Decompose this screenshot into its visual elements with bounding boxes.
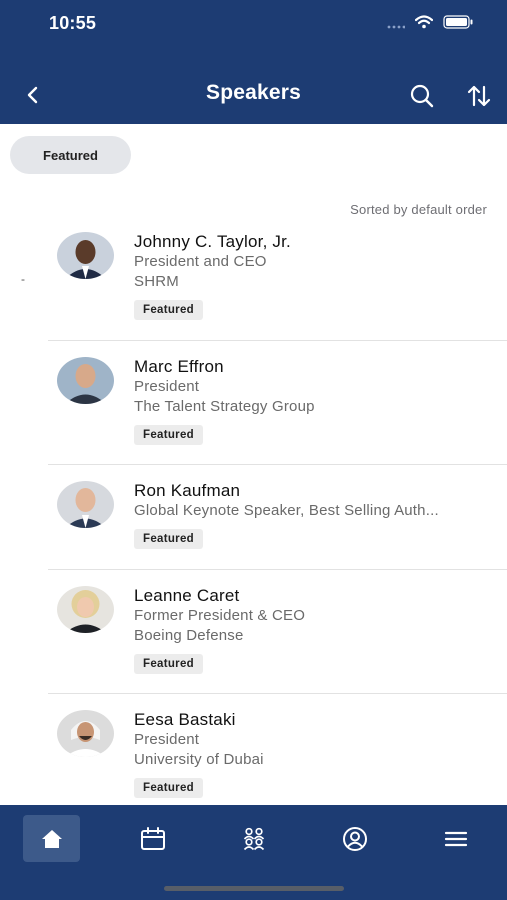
speaker-name: Johnny C. Taylor, Jr. bbox=[134, 232, 291, 251]
tab-home[interactable] bbox=[23, 815, 80, 862]
featured-badge: Featured bbox=[134, 778, 203, 798]
avatar bbox=[57, 232, 114, 279]
featured-badge: Featured bbox=[134, 654, 203, 674]
wifi-icon bbox=[414, 15, 434, 34]
speaker-organization: Boeing Defense bbox=[134, 627, 244, 644]
featured-badge: Featured bbox=[134, 300, 203, 320]
status-icons bbox=[387, 15, 473, 34]
tab-attendees[interactable] bbox=[225, 815, 282, 862]
speaker-title: President and CEO bbox=[134, 253, 267, 270]
sort-order-label: Sorted by default order bbox=[350, 202, 487, 217]
featured-badge: Featured bbox=[134, 529, 203, 549]
search-button[interactable] bbox=[407, 81, 437, 111]
speaker-organization: University of Dubai bbox=[134, 751, 264, 768]
speaker-list: Johnny C. Taylor, Jr. President and CEO … bbox=[0, 216, 507, 804]
avatar bbox=[57, 481, 114, 528]
tab-calendar[interactable] bbox=[124, 815, 181, 862]
speaker-row[interactable]: Johnny C. Taylor, Jr. President and CEO … bbox=[0, 216, 507, 341]
attendees-icon bbox=[243, 827, 264, 850]
sort-button[interactable] bbox=[464, 81, 494, 111]
speaker-title: Former President & CEO bbox=[134, 607, 306, 624]
status-time: 10:55 bbox=[49, 13, 97, 33]
speaker-title: President bbox=[134, 731, 200, 748]
speaker-name: Ron Kaufman bbox=[134, 481, 241, 500]
profile-icon bbox=[342, 826, 367, 851]
menu-icon bbox=[444, 831, 467, 846]
speaker-name: Eesa Bastaki bbox=[134, 710, 236, 729]
app-header: 10:55 Speakers bbox=[0, 0, 507, 124]
tab-profile[interactable] bbox=[326, 815, 383, 862]
avatar bbox=[57, 357, 114, 404]
sort-icon bbox=[467, 85, 491, 107]
speaker-title: Global Keynote Speaker, Best Selling Aut… bbox=[134, 502, 439, 519]
calendar-icon bbox=[140, 826, 165, 850]
signal-icon bbox=[387, 16, 406, 34]
speaker-row[interactable]: Ron Kaufman Global Keynote Speaker, Best… bbox=[0, 465, 507, 570]
featured-filter-chip[interactable]: Featured bbox=[10, 136, 131, 174]
tab-menu[interactable] bbox=[427, 815, 484, 862]
speaker-title: President bbox=[134, 378, 200, 395]
home-icon bbox=[41, 829, 62, 848]
home-indicator bbox=[164, 886, 344, 891]
speaker-organization: The Talent Strategy Group bbox=[134, 398, 315, 415]
speaker-name: Leanne Caret bbox=[134, 586, 240, 605]
speaker-row[interactable]: Marc Effron President The Talent Strateg… bbox=[0, 341, 507, 465]
speaker-row[interactable]: Eesa Bastaki President University of Dub… bbox=[0, 694, 507, 804]
speaker-organization: SHRM bbox=[134, 273, 179, 290]
speaker-name: Marc Effron bbox=[134, 357, 224, 376]
speaker-row[interactable]: Leanne Caret Former President & CEO Boei… bbox=[0, 570, 507, 694]
featured-badge: Featured bbox=[134, 425, 203, 445]
battery-icon bbox=[443, 15, 473, 34]
avatar bbox=[57, 586, 114, 633]
avatar bbox=[57, 710, 114, 757]
search-icon bbox=[410, 84, 434, 108]
